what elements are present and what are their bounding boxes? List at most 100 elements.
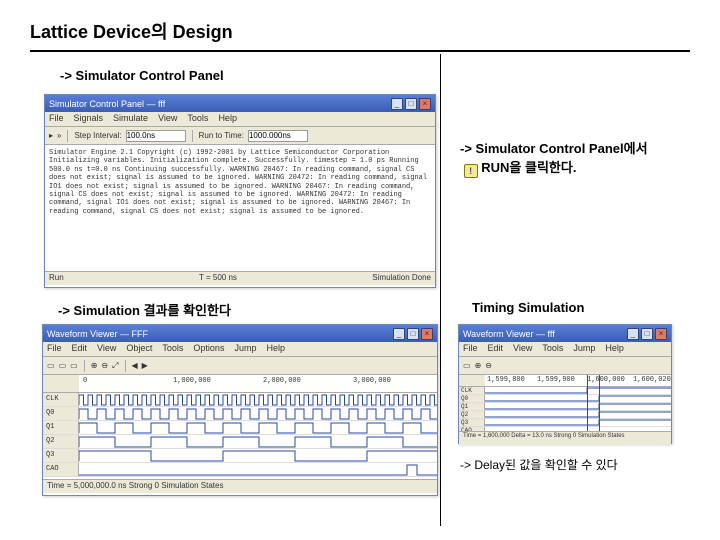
maximize-button[interactable]: □ [405,98,417,110]
menu-item[interactable]: View [158,113,177,125]
signal-row: Q1 [43,421,437,435]
waveform-area[interactable]: 1,599,800 1,599,900 1,600,000 1,600,020 … [459,375,671,431]
minimize-button[interactable]: _ [393,328,405,340]
menu-item[interactable]: Object [126,343,152,355]
run-to-time-input[interactable] [248,130,308,142]
menu-item[interactable]: Jump [573,343,595,355]
titlebar[interactable]: Waveform Viewer — fff _ □ × [459,325,671,342]
label-run-instruction: -> Simulator Control Panel에서 ! RUN을 클릭한다… [460,138,680,178]
ruler-tick: 0 [83,377,87,385]
signal-trace[interactable] [485,403,671,410]
signal-label: Q1 [459,403,485,410]
signal-trace[interactable] [485,427,671,431]
step-interval-input[interactable] [126,130,186,142]
menu-item[interactable]: Simulate [113,113,148,125]
step-icon[interactable]: ▸ [49,131,53,140]
titlebar[interactable]: Simulator Control Panel — fff _ □ × [45,95,435,112]
run-icon: ! [464,164,478,178]
toolbar-icon[interactable]: ▭ [70,361,78,370]
menu-item[interactable]: Options [193,343,224,355]
run-to-time-label: Run to Time: [199,131,244,140]
zoom-in-icon[interactable]: ⊕ [475,361,482,370]
signal-label: CAO [43,463,79,476]
menubar[interactable]: File Edit View Object Tools Options Jump… [43,342,437,357]
zoom-out-icon[interactable]: ⊖ [101,361,108,370]
signal-trace[interactable] [79,435,437,448]
waveform-area[interactable]: 0 1,000,000 2,000,000 3,000,000 CLKQ0Q1Q… [43,375,437,479]
close-button[interactable]: × [655,328,667,340]
signal-trace[interactable] [485,387,671,394]
signal-trace[interactable] [79,407,437,420]
titlebar[interactable]: Waveform Viewer — FFF _ □ × [43,325,437,342]
zoom-in-icon[interactable]: ⊕ [91,361,98,370]
signal-row: CAO [43,463,437,477]
signal-row: Q0 [459,395,671,403]
ruler-tick: 1,600,000 [587,376,625,384]
signal-trace[interactable] [79,421,437,434]
menu-item[interactable]: Edit [488,343,504,355]
menu-item[interactable]: Tools [187,113,208,125]
menu-item[interactable]: Tools [162,343,183,355]
menu-item[interactable]: Edit [72,343,88,355]
menu-item[interactable]: Signals [74,113,104,125]
close-button[interactable]: × [421,328,433,340]
signal-trace[interactable] [79,393,437,406]
menubar[interactable]: File Signals Simulate View Tools Help [45,112,435,127]
minimize-button[interactable]: _ [627,328,639,340]
signal-trace[interactable] [485,411,671,418]
run-instruction-line1: -> Simulator Control Panel에서 [460,141,648,156]
label-sim-control: -> Simulator Control Panel [60,68,224,83]
menu-item[interactable]: Tools [542,343,563,355]
toolbar-icon[interactable]: ▭ [59,361,67,370]
signal-trace[interactable] [79,449,437,462]
statusbar: Run T = 500 ns Simulation Done [45,271,435,285]
menu-item[interactable]: Help [266,343,285,355]
toolbar: ▭ ▭ ▭ ⊕ ⊖ ⤢ ◀ ▶ [43,357,437,375]
cursor-delta[interactable] [599,375,600,431]
menu-item[interactable]: Help [218,113,237,125]
zoom-out-icon[interactable]: ⊖ [485,361,492,370]
signal-row: Q1 [459,403,671,411]
window-title: Simulator Control Panel — fff [49,99,165,109]
signal-label: Q3 [459,419,485,426]
window-title: Waveform Viewer — fff [463,329,555,339]
signal-trace[interactable] [485,395,671,402]
status-text: Time = 1,600,000 Delta = 13.0 ns Strong … [463,433,625,444]
menubar[interactable]: File Edit View Tools Jump Help [459,342,671,357]
menu-item[interactable]: Jump [234,343,256,355]
signal-trace[interactable] [485,419,671,426]
signal-row: CLK [459,387,671,395]
close-button[interactable]: × [419,98,431,110]
menu-item[interactable]: View [513,343,532,355]
maximize-button[interactable]: □ [407,328,419,340]
zoom-fit-icon[interactable]: ⤢ [112,361,118,371]
toolbar-icon[interactable]: ▭ [463,361,471,370]
signal-row: Q0 [43,407,437,421]
run-instruction-line2: RUN을 클릭한다. [481,160,576,175]
status-right: Simulation Done [372,273,431,284]
menu-item[interactable]: Help [605,343,624,355]
window-waveform-main: Waveform Viewer — FFF _ □ × File Edit Vi… [42,324,438,496]
menu-item[interactable]: File [47,343,62,355]
minimize-button[interactable]: _ [391,98,403,110]
toolbar: ▸ » Step Interval: Run to Time: [45,127,435,145]
status-left: Run [49,273,64,284]
signal-trace[interactable] [79,463,437,476]
signal-label: Q0 [43,407,79,420]
log-output: Simulator Engine 2.1 Copyright (c) 1992-… [45,145,435,271]
signal-row: CLK [43,393,437,407]
maximize-button[interactable]: □ [641,328,653,340]
ruler-tick: 3,000,000 [353,377,391,385]
menu-item[interactable]: File [463,343,478,355]
window-title: Waveform Viewer — FFF [47,329,148,339]
toolbar-icon[interactable]: ◀ [132,361,138,370]
cursor-primary[interactable] [587,375,588,431]
signal-label: CLK [459,387,485,394]
toolbar-icon[interactable]: ▶ [142,361,148,370]
toolbar-icon[interactable]: ▭ [47,361,55,370]
menu-item[interactable]: View [97,343,116,355]
run-icon[interactable]: » [57,131,61,140]
menu-item[interactable]: File [49,113,64,125]
page-title: Lattice Device의 Design [30,18,690,52]
signal-row: Q3 [459,419,671,427]
